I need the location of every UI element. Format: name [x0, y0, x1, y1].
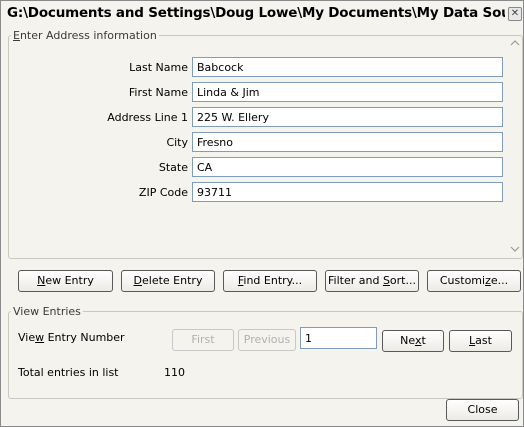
next-button[interactable]: Next	[382, 330, 444, 352]
customize-button[interactable]: Customize...	[427, 270, 521, 292]
view-entries-legend: View Entries	[11, 305, 83, 318]
city-label: City	[166, 136, 188, 149]
total-entries-label: Total entries in list	[18, 366, 119, 379]
last-button[interactable]: Last	[449, 330, 512, 352]
previous-button[interactable]: Previous	[238, 329, 296, 351]
filter-sort-button[interactable]: Filter and Sort...	[325, 270, 419, 292]
last-name-label: Last Name	[129, 61, 188, 74]
delete-entry-button[interactable]: Delete Entry	[121, 270, 215, 292]
total-entries-value: 110	[164, 366, 185, 379]
next-a: Ne	[400, 334, 415, 347]
new-entry-rest: ew Entry	[45, 274, 94, 287]
zip-code-input[interactable]: 93711	[192, 182, 503, 202]
ven-b: Entry Number	[44, 331, 125, 344]
view-entries-group	[8, 311, 523, 399]
new-entry-button[interactable]: New Entry	[18, 270, 113, 292]
chevron-up-icon[interactable]	[509, 39, 521, 51]
find-entry-button[interactable]: Find Entry...	[223, 270, 317, 292]
next-b: t	[421, 334, 426, 347]
state-input[interactable]: CA	[192, 157, 503, 177]
address-group-legend: Enter Address information	[11, 29, 159, 42]
filter-sort-b: ort...	[389, 274, 416, 287]
city-input[interactable]: Fresno	[192, 132, 503, 152]
window-title: G:\Documents and Settings\Doug Lowe\My D…	[7, 5, 505, 21]
zip-code-label: ZIP Code	[138, 186, 188, 199]
close-button[interactable]: Close	[446, 399, 519, 421]
state-label: State	[158, 161, 188, 174]
address-group-legend-text: nter Address information	[19, 29, 157, 42]
customize-a: Customi	[439, 274, 486, 287]
view-entry-number-label: View Entry Number	[18, 331, 125, 344]
find-entry-rest: ind Entry...	[243, 274, 303, 287]
chevron-down-icon[interactable]	[509, 245, 521, 257]
title-bar[interactable]: G:\Documents and Settings\Doug Lowe\My D…	[1, 1, 523, 25]
filter-sort-a: Filter and	[328, 274, 383, 287]
address-line-1-label: Address Line 1	[107, 111, 188, 124]
vertical-scrollbar[interactable]	[509, 37, 521, 261]
last-rest: ast	[475, 334, 492, 347]
delete-entry-rest: elete Entry	[142, 274, 203, 287]
first-button[interactable]: First	[172, 329, 234, 351]
customize-b: e...	[490, 274, 509, 287]
close-icon[interactable]: ✕	[508, 7, 522, 21]
ven-a: Vie	[18, 331, 36, 344]
data-source-dialog: G:\Documents and Settings\Doug Lowe\My D…	[0, 0, 524, 427]
last-name-input[interactable]: Babcock	[192, 57, 503, 77]
entry-number-input[interactable]: 1	[300, 327, 377, 349]
address-line-1-input[interactable]: 225 W. Ellery	[192, 107, 503, 127]
first-name-input[interactable]: Linda & Jim	[192, 82, 503, 102]
first-name-label: First Name	[128, 86, 188, 99]
